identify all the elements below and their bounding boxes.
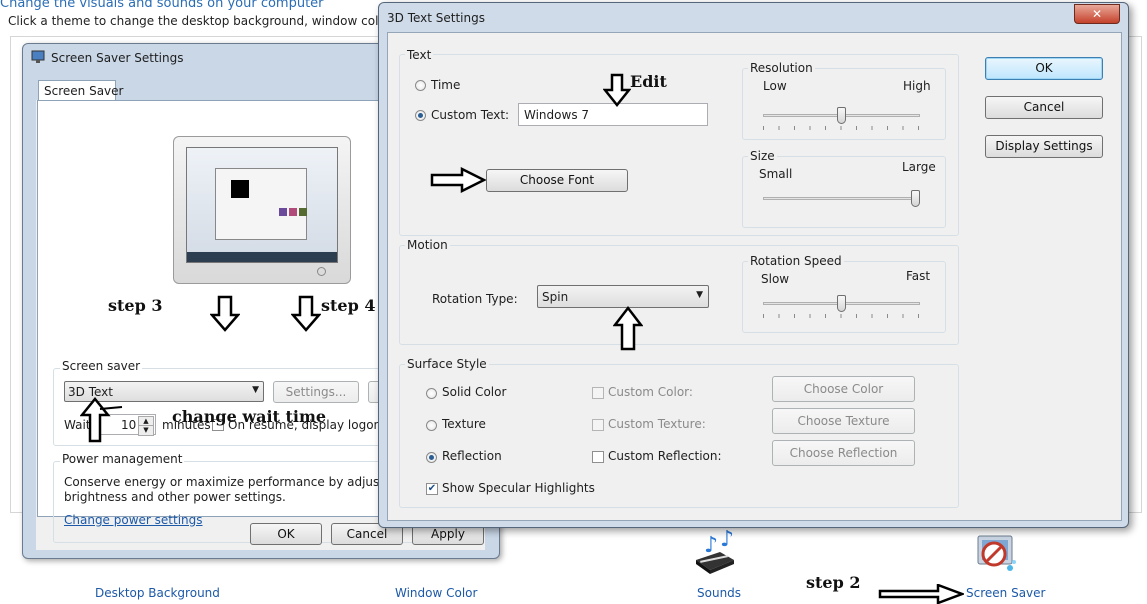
motion-group-label: Motion <box>405 238 450 252</box>
arrow-up-icon <box>80 395 128 443</box>
reflection-radio[interactable] <box>426 452 437 463</box>
texture-radio[interactable] <box>426 420 437 431</box>
close-button[interactable]: ✕ <box>1074 4 1120 24</box>
resolution-ticks <box>763 126 920 130</box>
time-label: Time <box>431 78 461 92</box>
time-radio[interactable] <box>415 80 426 91</box>
preview-black-box <box>231 180 249 198</box>
custom-text-value: Windows 7 <box>524 108 590 122</box>
checkmark-icon: ✔ <box>427 483 437 494</box>
power-description-1: Conserve energy or maximize performance … <box>64 475 432 489</box>
texture-label: Texture <box>442 417 486 431</box>
custom-texture-label: Custom Texture: <box>608 417 706 431</box>
ok-button[interactable]: OK <box>250 523 322 545</box>
screen-saver-icon[interactable] <box>972 530 1020 578</box>
step4-annotation: step 4 <box>321 296 376 315</box>
speed-ticks <box>763 314 920 318</box>
rotation-speed-group-label: Rotation Speed <box>748 254 844 268</box>
choose-font-button[interactable]: Choose Font <box>486 169 628 192</box>
chevron-down-icon: ▼ <box>696 290 703 300</box>
chevron-down-icon: ▼ <box>252 385 259 395</box>
arrow-up-icon <box>613 305 643 351</box>
dialog-title: Screen Saver Settings <box>51 51 184 65</box>
custom-color-label: Custom Color: <box>608 385 693 399</box>
preview-monitor <box>173 136 351 284</box>
arrow-down-icon <box>210 295 240 333</box>
power-group-label: Power management <box>60 452 185 466</box>
arrow-right-icon <box>430 167 486 193</box>
speed-fast-label: Fast <box>906 269 931 283</box>
svg-text:♪: ♪ <box>704 533 718 558</box>
custom-color-checkbox[interactable] <box>592 387 604 399</box>
svg-text:♪: ♪ <box>720 530 734 552</box>
resolution-low-label: Low <box>763 79 787 93</box>
tab-screen-saver[interactable]: Screen Saver <box>38 80 123 101</box>
custom-text-radio[interactable] <box>415 110 426 121</box>
custom-text-label: Custom Text: <box>431 108 510 122</box>
change-power-settings-link[interactable]: Change power settings <box>64 513 203 527</box>
specular-highlights-checkbox[interactable]: ✔ <box>426 483 438 495</box>
size-small-label: Small <box>759 167 793 181</box>
cancel-button[interactable]: Cancel <box>985 96 1103 119</box>
solid-color-radio[interactable] <box>426 388 437 399</box>
tab-label: Screen Saver <box>44 84 124 98</box>
dialog-title: 3D Text Settings <box>387 11 485 25</box>
monitor-icon <box>31 50 45 64</box>
step3-annotation: step 3 <box>108 296 163 315</box>
personalization-header: Change the visuals and sounds on your co… <box>0 0 324 11</box>
arrow-down-icon <box>603 73 631 107</box>
specular-highlights-label: Show Specular Highlights <box>442 481 595 495</box>
size-large-label: Large <box>902 160 936 174</box>
rotation-type-value: Spin <box>542 290 569 304</box>
step2-annotation: step 2 <box>806 573 861 592</box>
dialog-body: Text Time Custom Text: Windows 7 Choose … <box>387 32 1122 521</box>
text-group-label: Text <box>405 48 434 62</box>
size-slider-thumb[interactable] <box>911 190 920 207</box>
spinner-down-icon[interactable]: ▼ <box>138 425 154 436</box>
rotation-type-label: Rotation Type: <box>432 292 518 306</box>
custom-reflection-label: Custom Reflection: <box>608 449 722 463</box>
custom-texture-checkbox[interactable] <box>592 419 604 431</box>
choose-texture-button[interactable]: Choose Texture <box>772 408 915 434</box>
rotation-speed-slider-thumb[interactable] <box>837 295 846 312</box>
edit-annotation: Edit <box>630 72 667 91</box>
custom-reflection-checkbox[interactable] <box>592 451 604 463</box>
arrow-down-icon <box>291 295 321 333</box>
close-icon: ✕ <box>1091 7 1103 21</box>
screen-saver-link[interactable]: Screen Saver <box>966 586 1045 600</box>
arrow-right-icon <box>878 584 964 604</box>
window-color-link[interactable]: Window Color <box>395 586 477 600</box>
preview-taskbar <box>187 252 337 262</box>
power-description-2: brightness and other power settings. <box>64 490 286 504</box>
ok-button[interactable]: OK <box>985 57 1103 80</box>
preview-screen <box>186 147 338 263</box>
size-slider[interactable] <box>763 197 920 200</box>
settings-button[interactable]: Settings... <box>273 381 359 403</box>
choose-color-button[interactable]: Choose Color <box>772 376 915 402</box>
speed-slow-label: Slow <box>761 272 790 286</box>
choose-reflection-button[interactable]: Choose Reflection <box>772 440 915 466</box>
desktop-background-link[interactable]: Desktop Background <box>95 586 220 600</box>
screen-saver-group-label: Screen saver <box>60 359 143 373</box>
text3d-settings-dialog: 3D Text Settings ✕ Text Time Custom Text… <box>378 2 1129 528</box>
surface-style-group-label: Surface Style <box>405 357 489 371</box>
resolution-high-label: High <box>903 79 931 93</box>
size-group-label: Size <box>748 149 777 163</box>
personalization-description: Click a theme to change the desktop back… <box>8 14 435 28</box>
sounds-link[interactable]: Sounds <box>697 586 741 600</box>
display-settings-button[interactable]: Display Settings <box>985 135 1103 158</box>
sounds-icon[interactable]: ♪ ♪ <box>690 527 742 580</box>
preview-window <box>215 168 307 240</box>
reflection-label: Reflection <box>442 449 502 463</box>
change-wait-annotation: change wait time <box>172 407 327 426</box>
resolution-slider-thumb[interactable] <box>837 107 846 124</box>
resolution-group-label: Resolution <box>748 61 815 75</box>
solid-color-label: Solid Color <box>442 385 507 399</box>
